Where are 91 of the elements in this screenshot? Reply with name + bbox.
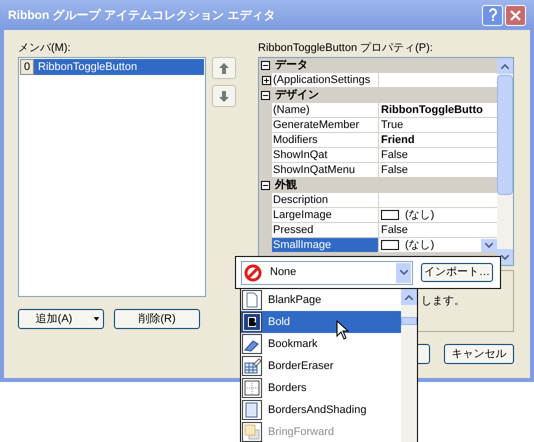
prohibited-icon	[244, 264, 262, 282]
image-list-item[interactable]: Bookmark	[241, 333, 401, 355]
property-row[interactable]: (Name) RibbonToggleButto	[259, 103, 497, 118]
minus-icon	[262, 182, 269, 189]
close-button[interactable]	[505, 4, 526, 26]
image-name: BorderEraser	[268, 358, 334, 374]
property-value: False	[381, 223, 408, 237]
image-name: Bookmark	[268, 336, 318, 352]
property-row[interactable]: ShowInQatMenu False	[259, 163, 497, 178]
property-value: (なし)	[405, 238, 434, 252]
image-name: BlankPage	[268, 292, 322, 308]
image-name: BringForward	[268, 424, 334, 440]
property-name: Description	[273, 192, 328, 208]
close-icon	[510, 10, 521, 20]
category-label: 外観	[274, 178, 297, 194]
dropdown-button[interactable]	[481, 238, 497, 252]
property-value: True	[381, 118, 404, 132]
property-row[interactable]: LargeImage (なし)	[259, 208, 497, 223]
property-name: Pressed	[273, 222, 314, 238]
index-label: 0	[20, 59, 34, 75]
property-row[interactable]: (ApplicationSettings	[259, 73, 497, 88]
image-name: Bold	[268, 314, 290, 330]
move-down-button[interactable]	[212, 85, 236, 107]
scrollbar[interactable]	[401, 289, 417, 442]
property-name: Modifiers	[273, 132, 318, 148]
property-name: (Name)	[273, 102, 310, 118]
add-button[interactable]: 追加(A)	[18, 309, 104, 329]
scrollbar-thumb[interactable]	[497, 75, 513, 195]
category-label: デザイン	[274, 88, 319, 104]
property-value: (なし)	[405, 208, 434, 222]
members-label: メンバ(M):	[18, 41, 72, 56]
minus-icon	[262, 62, 269, 69]
expand-toggle[interactable]	[262, 76, 271, 84]
property-name: LargeImage	[273, 208, 332, 223]
image-swatch	[381, 210, 399, 220]
chevron-down-icon	[400, 270, 408, 275]
table-eraser-icon	[243, 357, 261, 375]
image-list-item[interactable]: Borders	[241, 377, 401, 399]
help-button[interactable]	[482, 4, 503, 26]
property-row[interactable]: Pressed False	[259, 223, 497, 238]
dropdown-button[interactable]	[396, 262, 411, 282]
chevron-up-icon[interactable]	[501, 64, 509, 68]
property-row[interactable]: SmallImage (なし)	[259, 238, 497, 253]
remove-button[interactable]: 削除(R)	[114, 309, 200, 329]
image-combo[interactable]: None	[241, 260, 413, 284]
image-list-item[interactable]: BordersAndShading	[241, 399, 401, 421]
combo-value: None	[270, 265, 298, 280]
minus-icon	[262, 92, 269, 99]
property-name: GenerateMember	[273, 118, 360, 133]
image-name: BordersAndShading	[268, 402, 366, 418]
property-row[interactable]: GenerateMember True	[259, 118, 497, 133]
property-name: (ApplicationSettings	[273, 72, 370, 88]
collapse-toggle[interactable]	[261, 61, 270, 70]
property-row[interactable]: Description	[259, 193, 497, 208]
property-row[interactable]: Modifiers Friend	[259, 133, 497, 148]
down-arrow-icon	[219, 90, 229, 102]
up-arrow-icon	[219, 62, 229, 74]
property-name: SmallImage	[273, 238, 332, 253]
property-name: ShowInQat	[273, 148, 328, 163]
collapse-toggle[interactable]	[261, 181, 270, 190]
chevron-up-icon[interactable]	[405, 294, 413, 300]
help-icon	[488, 8, 498, 22]
image-name: Borders	[268, 380, 307, 396]
scrollbar[interactable]	[497, 58, 513, 265]
layers-icon	[243, 423, 261, 441]
property-value: False	[381, 148, 408, 162]
image-list-item[interactable]: BlankPage	[241, 289, 401, 311]
bold-icon	[243, 313, 261, 331]
window-title: Ribbon グループ アイテムコレクション エディタ	[8, 7, 276, 24]
member-item[interactable]: 0 RibbonToggleButton	[20, 59, 204, 75]
scrollbar-thumb[interactable]	[401, 317, 417, 325]
property-name: ShowInQatMenu	[273, 162, 355, 178]
borders-icon	[243, 379, 261, 397]
category-label: データ	[274, 58, 308, 74]
property-value: RibbonToggleButto	[381, 103, 483, 117]
property-row[interactable]: ShowInQat False	[259, 148, 497, 163]
image-list-item[interactable]: BorderEraser	[241, 355, 401, 377]
member-name: RibbonToggleButton	[37, 60, 138, 75]
image-list-item[interactable]: Bold	[241, 311, 401, 333]
plus-icon	[263, 76, 270, 84]
import-button[interactable]: インポート…	[421, 263, 493, 282]
properties-label: RibbonToggleButton プロパティ(P):	[258, 40, 434, 56]
cancel-button[interactable]: キャンセル	[444, 344, 514, 364]
cursor-icon	[336, 320, 349, 340]
image-swatch	[381, 240, 399, 250]
move-up-button[interactable]	[212, 57, 236, 79]
property-value: Friend	[381, 133, 415, 147]
property-value: False	[381, 163, 408, 177]
collapse-toggle[interactable]	[261, 91, 270, 100]
add-label: 追加(A)	[34, 312, 74, 327]
description-text: します。	[421, 294, 465, 309]
